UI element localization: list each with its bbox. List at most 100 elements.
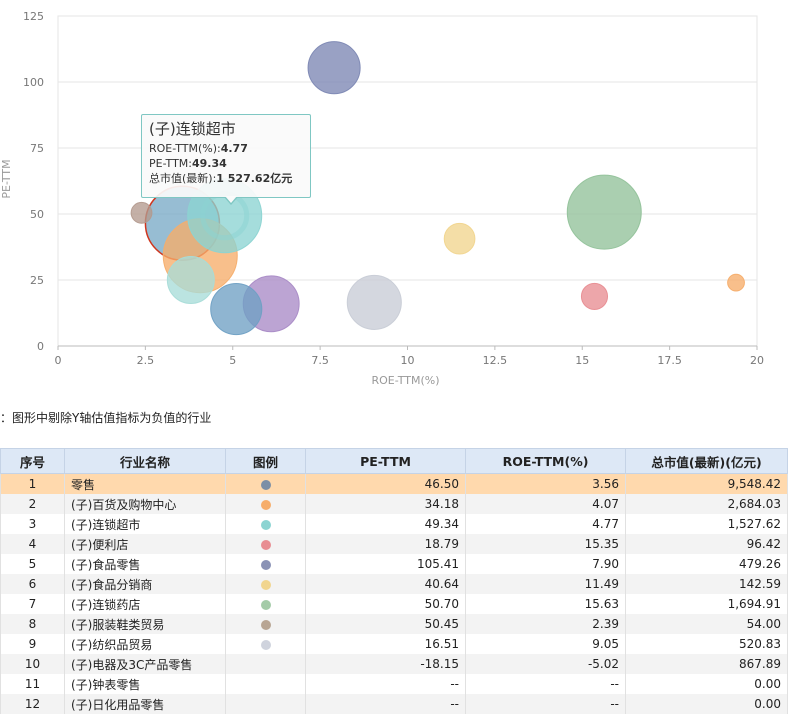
header-roe-ttm[interactable]: ROE-TTM(%) xyxy=(465,448,626,474)
row-legend xyxy=(225,634,306,654)
x-tick-label: 17.5 xyxy=(657,354,682,367)
row-industry-name: (子)钟表零售 xyxy=(64,674,226,694)
table-row[interactable]: 5 (子)食品零售 105.41 7.90 479.26 xyxy=(0,554,788,574)
row-legend xyxy=(225,594,306,614)
row-industry-name: (子)百货及购物中心 xyxy=(64,494,226,514)
x-tick-label: 20 xyxy=(750,354,764,367)
table-row[interactable]: 2 (子)百货及购物中心 34.18 4.07 2,684.03 xyxy=(0,494,788,514)
x-axis-title: ROE-TTM(%) xyxy=(372,374,440,387)
row-industry-name: (子)纺织品贸易 xyxy=(64,634,226,654)
y-tick-label: 25 xyxy=(30,274,44,287)
bubble-point xyxy=(210,282,263,336)
row-index: 7 xyxy=(0,594,65,614)
table-row[interactable]: 4 (子)便利店 18.79 15.35 96.42 xyxy=(0,534,788,554)
row-index: 6 xyxy=(0,574,65,594)
row-pe-ttm: 105.41 xyxy=(305,554,466,574)
row-market-cap: 2,684.03 xyxy=(625,494,788,514)
row-industry-name: 零售 xyxy=(64,473,226,494)
row-legend xyxy=(225,574,306,594)
row-index: 8 xyxy=(0,614,65,634)
y-tick-label: 75 xyxy=(30,142,44,155)
table-row[interactable]: 6 (子)食品分销商 40.64 11.49 142.59 xyxy=(0,574,788,594)
row-legend xyxy=(225,554,306,574)
row-pe-ttm: -18.15 xyxy=(305,654,466,674)
x-tick-label: 5 xyxy=(229,354,236,367)
row-market-cap: 142.59 xyxy=(625,574,788,594)
row-legend xyxy=(225,694,306,714)
row-index: 4 xyxy=(0,534,65,554)
row-roe-ttm: -- xyxy=(465,694,626,714)
bubble-point xyxy=(307,41,361,95)
table-row[interactable]: 9 (子)纺织品贸易 16.51 9.05 520.83 xyxy=(0,634,788,654)
row-index: 5 xyxy=(0,554,65,574)
row-industry-name: (子)电器及3C产品零售 xyxy=(64,654,226,674)
row-roe-ttm: 15.63 xyxy=(465,594,626,614)
bubble-point xyxy=(727,273,745,292)
row-legend xyxy=(225,654,306,674)
row-roe-ttm: 7.90 xyxy=(465,554,626,574)
row-pe-ttm: 18.79 xyxy=(305,534,466,554)
row-industry-name: (子)食品零售 xyxy=(64,554,226,574)
row-market-cap: 54.00 xyxy=(625,614,788,634)
tooltip-mcap-label: 总市值(最新): xyxy=(149,172,217,185)
table-row[interactable]: 8 (子)服装鞋类贸易 50.45 2.39 54.00 xyxy=(0,614,788,634)
table-row[interactable]: 3 (子)连锁超市 49.34 4.77 1,527.62 xyxy=(0,514,788,534)
row-market-cap: 1,694.91 xyxy=(625,594,788,614)
legend-dot-icon xyxy=(260,479,271,490)
table-row[interactable]: 1 零售 46.50 3.56 9,548.42 xyxy=(0,473,788,494)
row-index: 3 xyxy=(0,514,65,534)
legend-dot-icon xyxy=(260,639,271,650)
row-legend xyxy=(225,473,306,494)
bubble-point xyxy=(166,256,215,304)
row-index: 10 xyxy=(0,654,65,674)
row-roe-ttm: -- xyxy=(465,674,626,694)
header-pe-ttm[interactable]: PE-TTM xyxy=(305,448,466,474)
row-market-cap: 479.26 xyxy=(625,554,788,574)
row-market-cap: 867.89 xyxy=(625,654,788,674)
row-roe-ttm: 2.39 xyxy=(465,614,626,634)
y-tick-label: 50 xyxy=(30,208,44,221)
bubble-point xyxy=(566,174,642,250)
row-market-cap: 9,548.42 xyxy=(625,473,788,494)
row-market-cap: 0.00 xyxy=(625,674,788,694)
legend-dot-icon xyxy=(260,539,271,550)
tooltip-pe-row: PE-TTM:49.34 xyxy=(149,156,303,171)
row-legend xyxy=(225,514,306,534)
row-index: 2 xyxy=(0,494,65,514)
row-industry-name: (子)连锁超市 xyxy=(64,514,226,534)
row-index: 12 xyxy=(0,694,65,714)
header-index[interactable]: 序号 xyxy=(0,448,65,474)
bubble-point xyxy=(346,274,402,330)
row-pe-ttm: 40.64 xyxy=(305,574,466,594)
row-roe-ttm: 11.49 xyxy=(465,574,626,594)
row-pe-ttm: 16.51 xyxy=(305,634,466,654)
header-market-cap[interactable]: 总市值(最新)(亿元) xyxy=(625,448,788,474)
row-industry-name: (子)便利店 xyxy=(64,534,226,554)
legend-dot-icon xyxy=(260,559,271,570)
table-header-row: 序号 行业名称 图例 PE-TTM ROE-TTM(%) 总市值(最新)(亿元) xyxy=(0,448,788,474)
x-tick-label: 7.5 xyxy=(311,354,329,367)
tooltip-roe-value: 4.77 xyxy=(220,142,248,155)
row-industry-name: (子)服装鞋类贸易 xyxy=(64,614,226,634)
row-industry-name: (子)食品分销商 xyxy=(64,574,226,594)
x-tick-label: 2.5 xyxy=(137,354,155,367)
bubble-chart: 0 25 50 75 100 125 0 2.5 5 7.5 10 12.5 15 17.5 20 ROE-T… xyxy=(0,0,790,400)
y-axis-title: PE-TTM xyxy=(0,159,13,198)
row-pe-ttm: -- xyxy=(305,674,466,694)
row-roe-ttm: 3.56 xyxy=(465,473,626,494)
header-legend[interactable]: 图例 xyxy=(225,448,306,474)
row-roe-ttm: 4.77 xyxy=(465,514,626,534)
row-pe-ttm: 50.45 xyxy=(305,614,466,634)
table-row[interactable]: 12 (子)日化用品零售 -- -- 0.00 xyxy=(0,694,788,714)
table-row[interactable]: 10 (子)电器及3C产品零售 -18.15 -5.02 867.89 xyxy=(0,654,788,674)
table-row[interactable]: 11 (子)钟表零售 -- -- 0.00 xyxy=(0,674,788,694)
table-row[interactable]: 7 (子)连锁药店 50.70 15.63 1,694.91 xyxy=(0,594,788,614)
row-industry-name: (子)日化用品零售 xyxy=(64,694,226,714)
row-pe-ttm: 50.70 xyxy=(305,594,466,614)
row-pe-ttm: 46.50 xyxy=(305,473,466,494)
header-industry-name[interactable]: 行业名称 xyxy=(64,448,226,474)
tooltip-mcap-value: 1 527.62亿元 xyxy=(216,172,293,185)
row-index: 9 xyxy=(0,634,65,654)
row-pe-ttm: 34.18 xyxy=(305,494,466,514)
row-legend xyxy=(225,494,306,514)
